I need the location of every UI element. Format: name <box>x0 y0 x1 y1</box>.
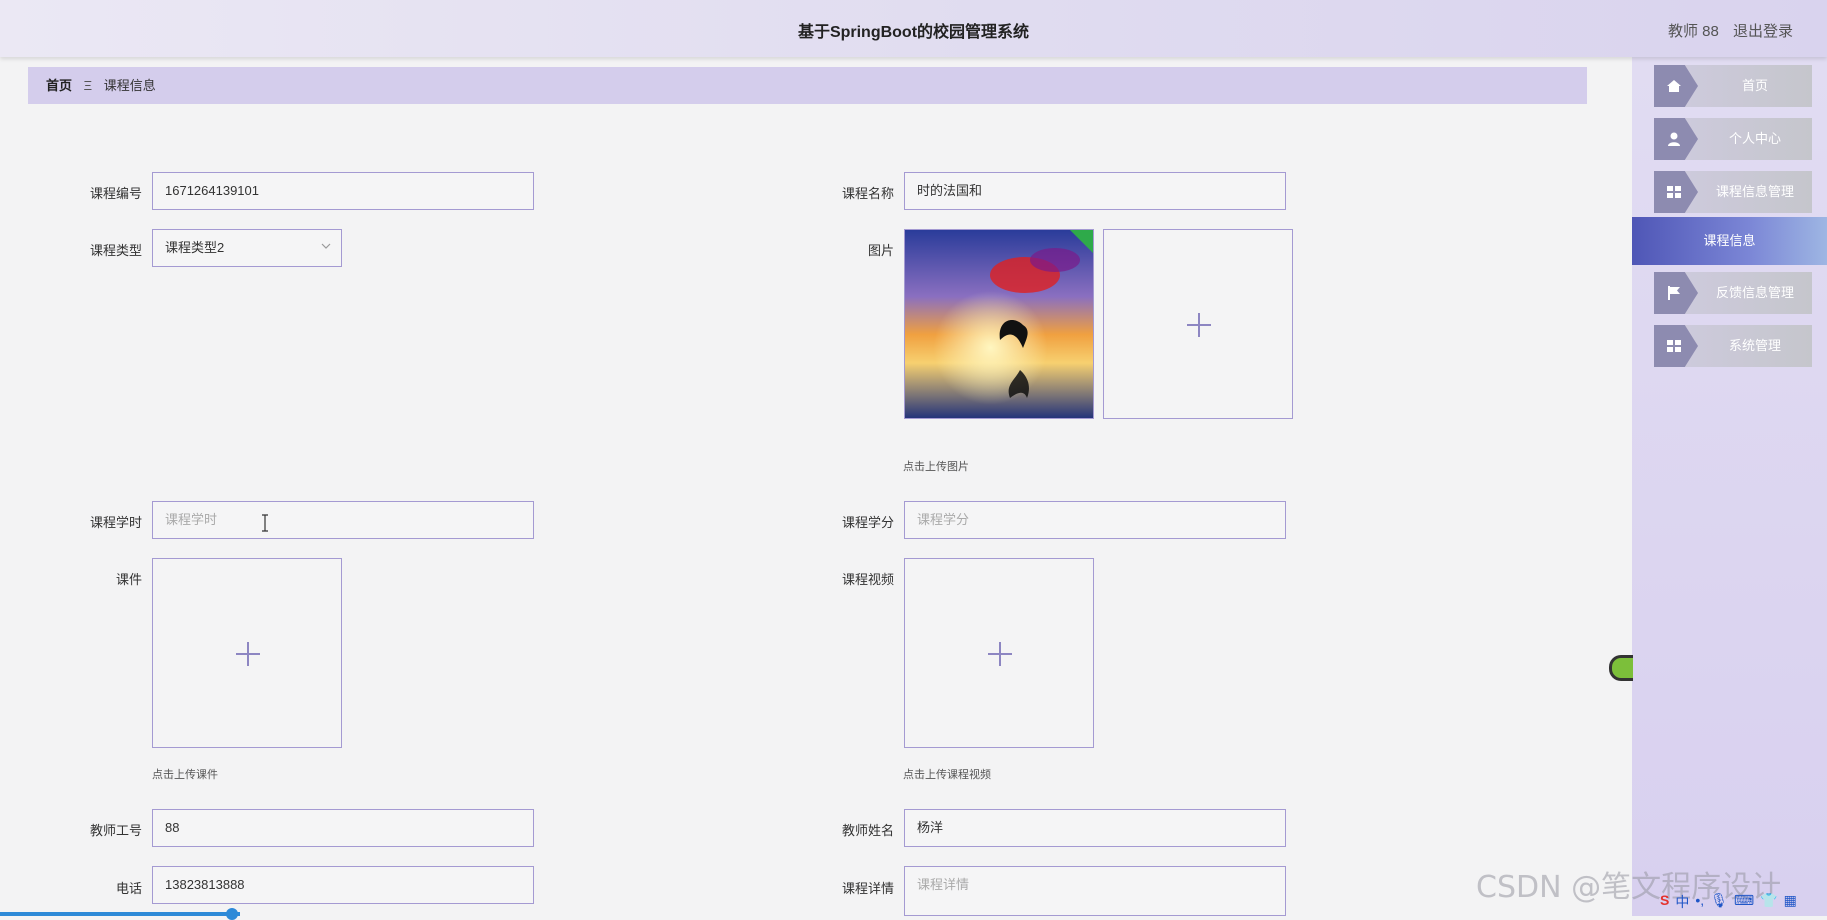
user-area: 教师 88 退出登录 <box>1658 20 1793 41</box>
horizontal-progress-bar <box>0 912 240 916</box>
phone-label: 电话 <box>52 878 142 897</box>
uploaded-image-thumbnail[interactable] <box>904 229 1094 419</box>
ime-mode[interactable]: 中 <box>1675 892 1689 914</box>
sidebar-item-course-info[interactable]: 课程信息 <box>1632 217 1827 265</box>
app-title: 基于SpringBoot的校园管理系统 <box>0 18 1827 42</box>
course-video-label: 课程视频 <box>804 569 894 588</box>
course-name-label: 课程名称 <box>804 183 894 202</box>
course-type-select[interactable]: 课程类型2 <box>152 229 342 267</box>
microphone-icon[interactable]: 🎙 <box>1710 892 1728 914</box>
teacher-name-input[interactable]: 杨洋 <box>904 809 1286 847</box>
progress-knob[interactable] <box>226 908 238 920</box>
sidebar-item-label: 首页 <box>1698 65 1812 107</box>
sidebar-item-label: 系统管理 <box>1698 325 1812 367</box>
dolphin-sunset-image <box>905 230 1094 419</box>
image-hint: 点击上传图片 <box>903 458 969 474</box>
user-icon <box>1666 131 1682 147</box>
top-header: 基于SpringBoot的校园管理系统 教师 88 退出登录 <box>0 0 1827 57</box>
plus-icon <box>236 642 260 666</box>
breadcrumb-home[interactable]: 首页 <box>46 78 72 93</box>
sidebar-item-label: 个人中心 <box>1698 118 1812 160</box>
course-video-hint: 点击上传课程视频 <box>903 766 991 782</box>
sidebar-item-home[interactable]: 首页 <box>1654 65 1812 107</box>
keyboard-icon[interactable]: ⌨ <box>1734 892 1754 914</box>
course-type-label: 课程类型 <box>52 240 142 259</box>
course-name-input[interactable]: 时的法国和 <box>904 172 1286 210</box>
breadcrumb-separator: Ξ <box>84 78 92 93</box>
courseware-hint: 点击上传课件 <box>152 766 218 782</box>
course-details-textarea[interactable]: 课程详情 <box>904 866 1286 916</box>
teacher-no-input[interactable]: 88 <box>152 809 534 847</box>
shirt-icon[interactable]: 👕 <box>1760 892 1777 914</box>
apps-icon[interactable]: ▦ <box>1784 892 1797 914</box>
logout-link[interactable]: 退出登录 <box>1733 23 1793 40</box>
chevron-down-icon <box>321 241 331 251</box>
grid-icon <box>1666 184 1682 200</box>
right-sidebar: 首页 个人中心 课程信息管理 课程信息 反馈信息管理 系统管理 <box>1632 57 1827 916</box>
teacher-name-label: 教师姓名 <box>804 820 894 839</box>
course-type-value: 课程类型2 <box>165 240 224 255</box>
course-video-upload[interactable] <box>904 558 1094 748</box>
plus-icon <box>988 642 1012 666</box>
course-hours-input[interactable]: 课程学时 <box>152 501 534 539</box>
breadcrumb: 首页 Ξ 课程信息 <box>28 67 1587 104</box>
phone-input[interactable]: 13823813888 <box>152 866 534 904</box>
teacher-no-label: 教师工号 <box>52 820 142 839</box>
user-name: 教师 88 <box>1668 23 1719 40</box>
ime-tray: S 中 •, 🎙 ⌨ 👕 ▦ <box>1660 892 1797 914</box>
sidebar-item-feedback-management[interactable]: 反馈信息管理 <box>1654 272 1812 314</box>
sidebar-item-profile[interactable]: 个人中心 <box>1654 118 1812 160</box>
courseware-label: 课件 <box>52 569 142 588</box>
course-credits-input[interactable]: 课程学分 <box>904 501 1286 539</box>
course-details-label: 课程详情 <box>804 878 894 897</box>
course-no-label: 课程编号 <box>52 183 142 202</box>
sogou-icon: S <box>1660 892 1669 914</box>
sidebar-item-label: 课程信息 <box>1632 217 1827 265</box>
image-upload[interactable] <box>1103 229 1293 419</box>
home-icon <box>1666 78 1682 94</box>
flag-icon <box>1666 285 1682 301</box>
image-label: 图片 <box>804 240 894 259</box>
course-hours-label: 课程学时 <box>52 512 142 531</box>
course-credits-label: 课程学分 <box>804 512 894 531</box>
sidebar-item-label: 反馈信息管理 <box>1698 272 1812 314</box>
plus-icon <box>1187 313 1211 337</box>
grid-icon <box>1666 338 1682 354</box>
punctuation-icon[interactable]: •, <box>1695 892 1704 914</box>
breadcrumb-current: 课程信息 <box>104 78 156 93</box>
course-no-input[interactable]: 1671264139101 <box>152 172 534 210</box>
sidebar-item-course-management[interactable]: 课程信息管理 <box>1654 171 1812 213</box>
courseware-upload[interactable] <box>152 558 342 748</box>
sidebar-item-system-management[interactable]: 系统管理 <box>1654 325 1812 367</box>
sidebar-item-label: 课程信息管理 <box>1698 171 1812 213</box>
text-cursor-icon <box>261 514 269 532</box>
floating-widget[interactable] <box>1609 655 1633 681</box>
